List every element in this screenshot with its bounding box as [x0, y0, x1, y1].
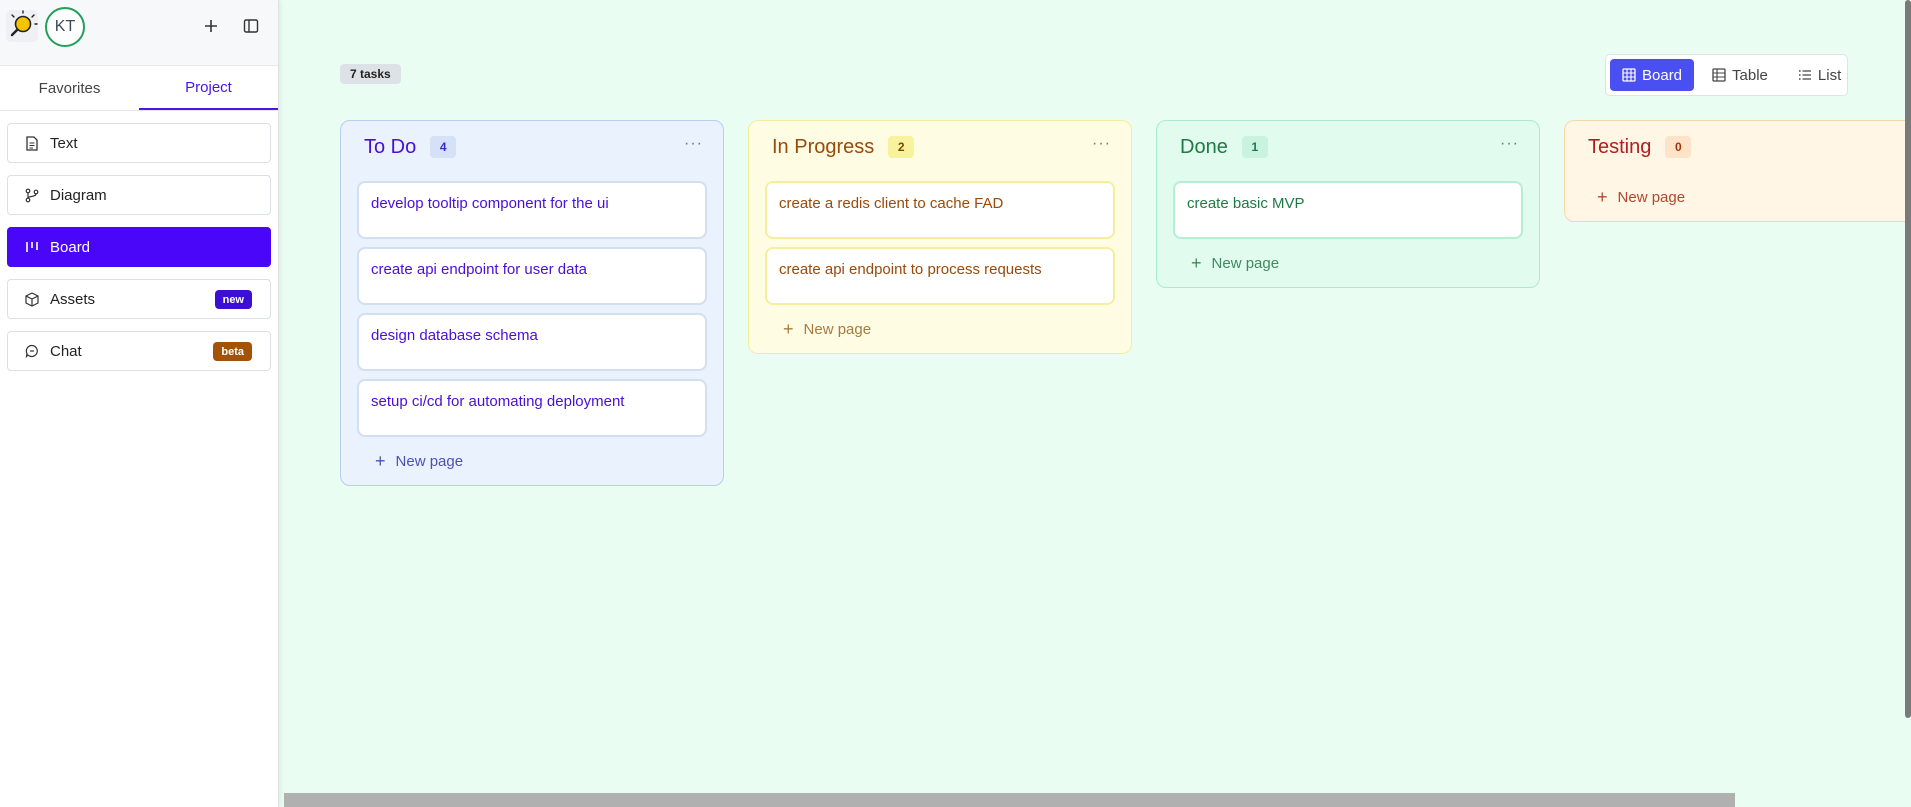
view-label: Board: [1642, 66, 1683, 84]
board-area: 7 tasks Board Table List To Do 4 ··· dev…: [283, 0, 1911, 807]
task-card[interactable]: design database schema: [357, 313, 707, 371]
sidebar-item-text[interactable]: Text: [7, 123, 271, 163]
view-table-button[interactable]: Table: [1700, 59, 1780, 91]
box-icon: [24, 291, 40, 307]
new-page-button[interactable]: + New page: [1157, 239, 1539, 287]
sidebar-item-assets[interactable]: Assets new: [7, 279, 271, 319]
tab-favorites[interactable]: Favorites: [0, 66, 139, 110]
view-board-button[interactable]: Board: [1610, 59, 1695, 91]
column-todo: To Do 4 ··· develop tooltip component fo…: [340, 120, 724, 486]
git-branch-icon: [24, 187, 40, 203]
tab-project[interactable]: Project: [139, 66, 278, 110]
kanban-icon: [24, 239, 40, 255]
view-label: List: [1817, 66, 1842, 84]
view-switcher: Board Table List: [1605, 54, 1848, 96]
list-icon: [1798, 70, 1811, 80]
new-page-label: New page: [1617, 188, 1686, 206]
column-header: Testing 0: [1565, 121, 1911, 173]
sidebar-item-label: Board: [50, 238, 91, 256]
column-header: To Do 4 ···: [341, 121, 723, 173]
document-icon: [24, 135, 40, 151]
lightbulb-logo-icon[interactable]: [6, 10, 38, 42]
plus-icon: +: [1191, 252, 1202, 273]
add-button[interactable]: [198, 13, 224, 39]
column-count-badge: 4: [430, 136, 457, 158]
column-done: Done 1 ··· create basic MVP + New page: [1156, 120, 1540, 288]
new-page-label: New page: [395, 452, 464, 470]
more-options-icon[interactable]: ···: [1500, 135, 1519, 153]
sidebar-item-label: Text: [50, 134, 78, 152]
plus-icon: +: [375, 450, 386, 471]
sidebar-header: KT: [0, 0, 278, 66]
view-label: Table: [1732, 66, 1768, 84]
task-card[interactable]: develop tooltip component for the ui: [357, 181, 707, 239]
plus-icon: +: [1597, 186, 1608, 207]
task-card[interactable]: create api endpoint for user data: [357, 247, 707, 305]
more-options-icon[interactable]: ···: [1092, 135, 1111, 153]
column-count-badge: 0: [1665, 136, 1692, 158]
table-icon: [1712, 68, 1726, 82]
column-in-progress: In Progress 2 ··· create a redis client …: [748, 120, 1132, 354]
column-header: In Progress 2 ···: [749, 121, 1131, 173]
sidebar-item-label: Chat: [50, 342, 82, 360]
new-page-button[interactable]: + New page: [1565, 173, 1911, 221]
sidebar: KT Favorites Project Text Diagram Board …: [0, 0, 279, 807]
sidebar-tabs: Favorites Project: [0, 66, 278, 111]
task-count-badge: 7 tasks: [340, 64, 401, 84]
new-page-label: New page: [1211, 254, 1280, 272]
column-title: To Do: [364, 135, 417, 158]
vertical-scrollbar[interactable]: [1905, 0, 1911, 718]
horizontal-scrollbar[interactable]: [284, 793, 1735, 807]
column-header: Done 1 ···: [1157, 121, 1539, 173]
column-count-badge: 1: [1241, 136, 1268, 158]
column-title: Testing: [1588, 135, 1652, 158]
toggle-sidebar-button[interactable]: [238, 13, 264, 39]
column-title: In Progress: [772, 135, 875, 158]
sidebar-item-chat[interactable]: Chat beta: [7, 331, 271, 371]
new-page-button[interactable]: + New page: [341, 437, 723, 485]
new-page-button[interactable]: + New page: [749, 305, 1131, 353]
plus-icon: [205, 20, 217, 32]
task-card[interactable]: create api endpoint to process requests: [765, 247, 1115, 305]
column-count-badge: 2: [888, 136, 915, 158]
grid-icon: [1622, 68, 1636, 82]
view-list-button[interactable]: List: [1786, 59, 1853, 91]
column-title: Done: [1180, 135, 1228, 158]
beta-badge: beta: [213, 342, 252, 361]
task-card[interactable]: setup ci/cd for automating deployment: [357, 379, 707, 437]
sidebar-item-diagram[interactable]: Diagram: [7, 175, 271, 215]
sidebar-panel-icon: [243, 19, 259, 33]
sidebar-item-label: Assets: [50, 290, 96, 308]
more-options-icon[interactable]: ···: [684, 135, 703, 153]
task-card[interactable]: create basic MVP: [1173, 181, 1523, 239]
task-card[interactable]: create a redis client to cache FAD: [765, 181, 1115, 239]
new-badge: new: [214, 290, 252, 309]
plus-icon: +: [783, 318, 794, 339]
sidebar-item-board[interactable]: Board: [7, 227, 271, 267]
sidebar-nav: Text Diagram Board Assets new Chat beta: [0, 111, 278, 371]
user-avatar[interactable]: KT: [45, 7, 85, 47]
new-page-label: New page: [803, 320, 872, 338]
column-testing: Testing 0 + New page: [1564, 120, 1911, 222]
chat-icon: [24, 343, 40, 359]
sidebar-item-label: Diagram: [50, 186, 107, 204]
